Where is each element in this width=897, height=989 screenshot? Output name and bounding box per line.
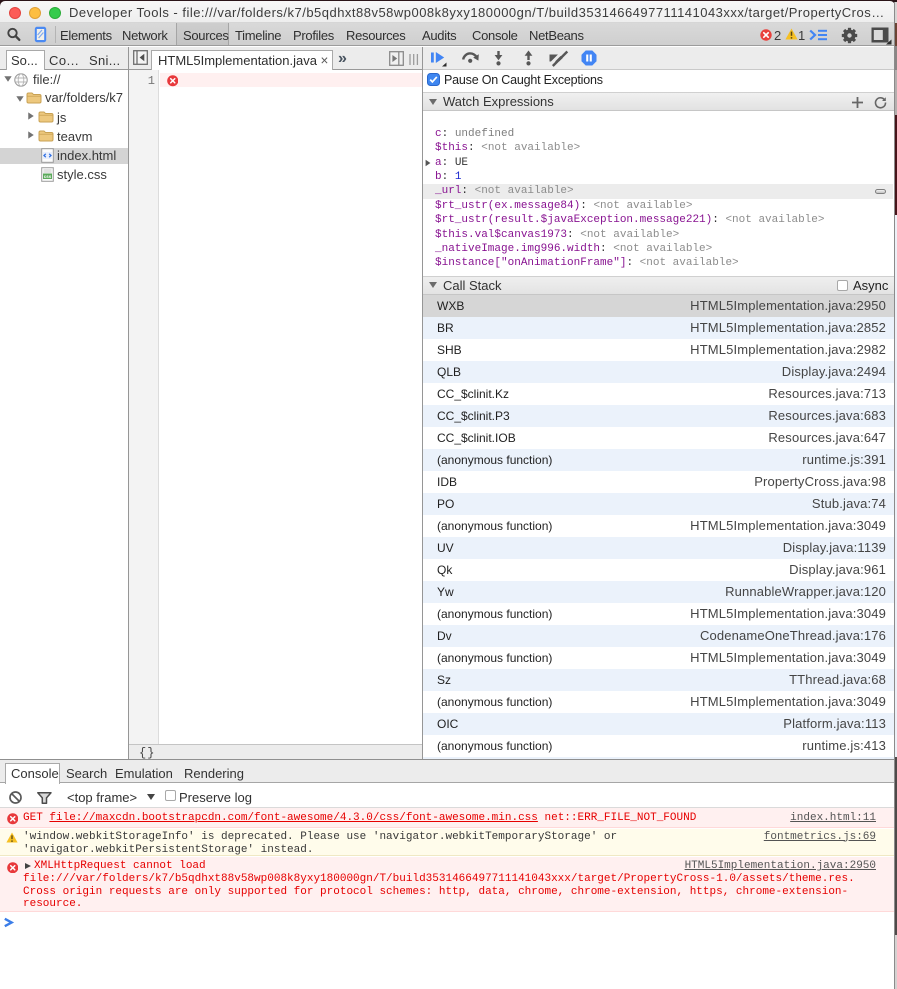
svg-text:css: css <box>44 174 52 179</box>
